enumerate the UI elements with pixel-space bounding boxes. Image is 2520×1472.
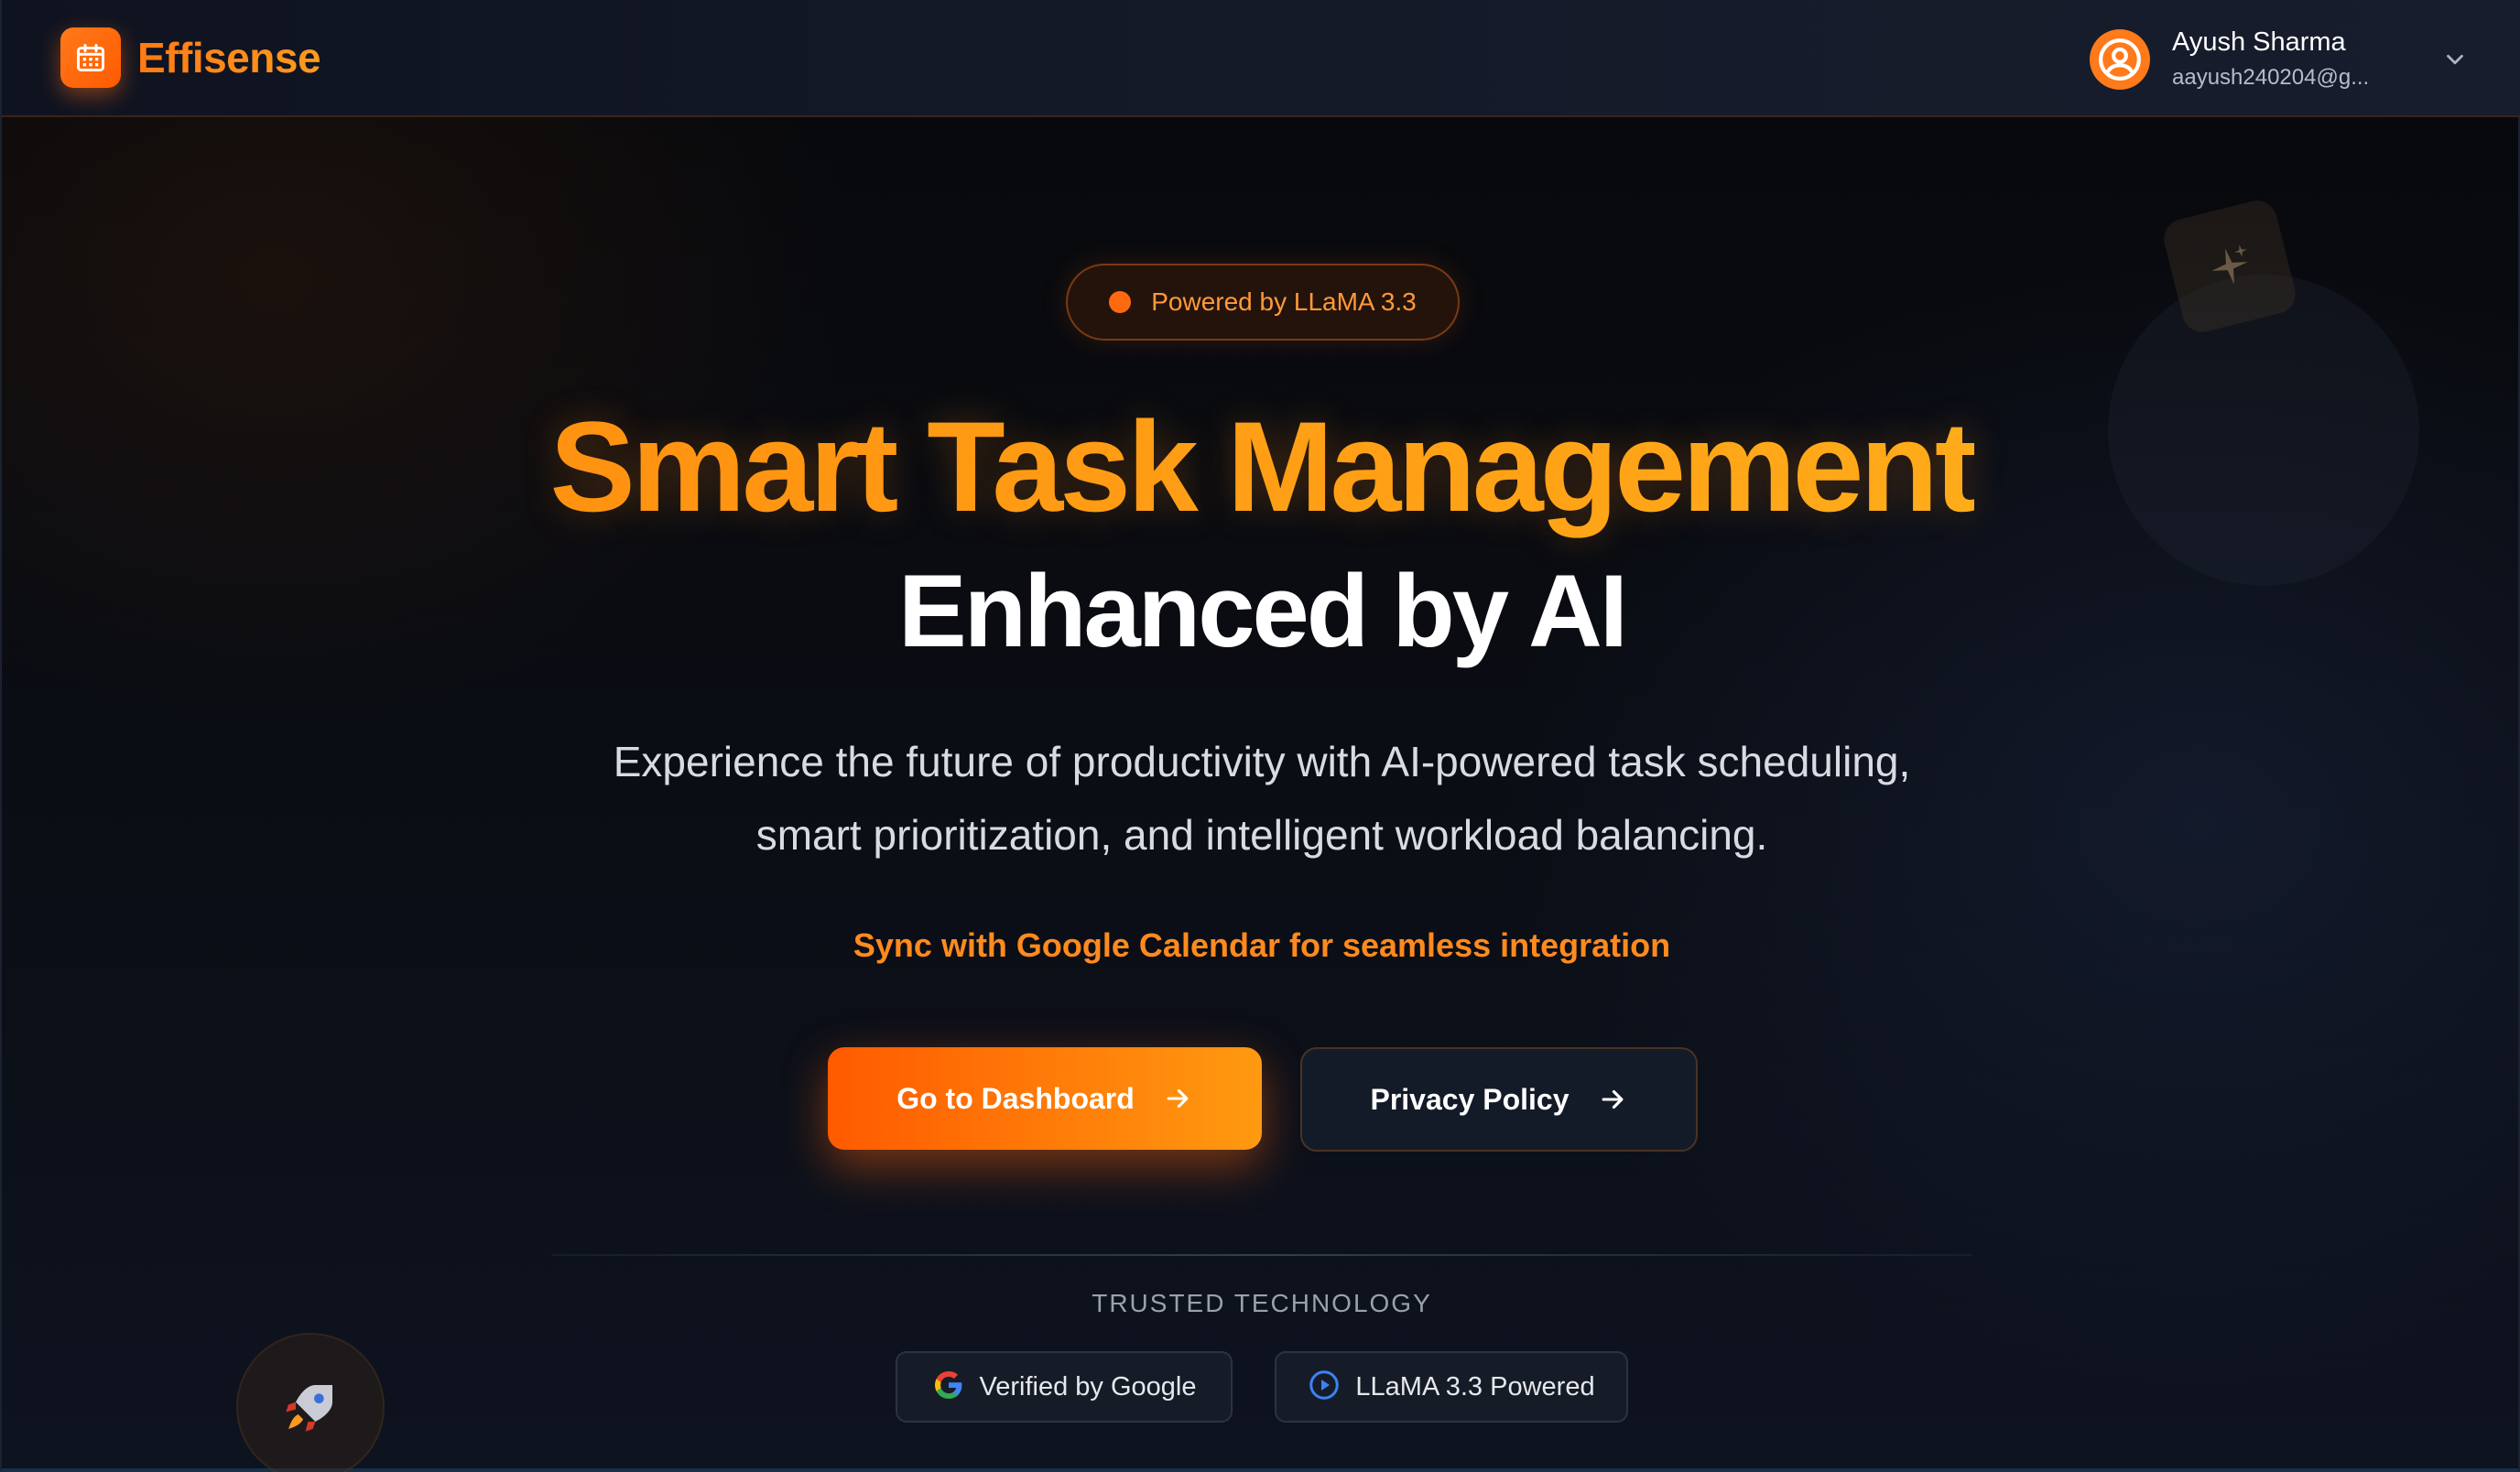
hero-subtitle-line2: smart prioritization, and intelligent wo… bbox=[755, 811, 1768, 859]
hero-title: Smart Task Management bbox=[2, 403, 2520, 531]
google-icon bbox=[932, 1369, 965, 1406]
privacy-policy-button[interactable]: Privacy Policy bbox=[1300, 1047, 1698, 1152]
chevron-down-icon[interactable] bbox=[2439, 44, 2471, 75]
verified-google-badge: Verified by Google bbox=[896, 1351, 1233, 1423]
brand-logo[interactable]: Effisense bbox=[60, 27, 321, 88]
page: Effisense Ayush Sharma aayush240204@g... bbox=[0, 0, 2520, 1472]
powered-by-badge: Powered by LLaMA 3.3 bbox=[1066, 264, 1460, 341]
arrow-right-icon bbox=[1162, 1083, 1193, 1114]
llama-powered-label: LLaMA 3.3 Powered bbox=[1355, 1371, 1595, 1402]
llama-powered-badge: LLaMA 3.3 Powered bbox=[1275, 1351, 1628, 1423]
user-info: Ayush Sharma aayush240204@g... bbox=[2172, 27, 2410, 91]
status-dot bbox=[1109, 291, 1132, 313]
brand-name: Effisense bbox=[137, 34, 321, 81]
trusted-heading: TRUSTED TECHNOLOGY bbox=[1092, 1289, 1432, 1317]
calendar-sync-text: Sync with Google Calendar for seamless i… bbox=[853, 926, 1671, 964]
play-circle-icon bbox=[1308, 1369, 1341, 1406]
hero-subtitle-line1: Experience the future of productivity wi… bbox=[613, 738, 1911, 785]
user-circle-icon bbox=[2090, 28, 2150, 90]
hero-subtitle: Experience the future of productivity wi… bbox=[551, 725, 1972, 871]
hero-title-line2: Enhanced by AI bbox=[897, 554, 1628, 668]
arrow-right-icon bbox=[1597, 1084, 1628, 1115]
rocket-icon bbox=[236, 1333, 385, 1472]
privacy-policy-label: Privacy Policy bbox=[1370, 1082, 1570, 1116]
verified-google-label: Verified by Google bbox=[979, 1371, 1197, 1402]
hero-title-line1: Smart Task Management bbox=[549, 395, 1977, 538]
section-divider bbox=[551, 1254, 1972, 1256]
user-email: aayush240204@g... bbox=[2172, 65, 2370, 90]
user-menu[interactable]: Ayush Sharma aayush240204@g... bbox=[2090, 27, 2471, 91]
go-to-dashboard-label: Go to Dashboard bbox=[896, 1081, 1135, 1115]
calendar-icon bbox=[60, 27, 121, 88]
go-to-dashboard-button[interactable]: Go to Dashboard bbox=[828, 1047, 1262, 1150]
powered-by-text: Powered by LLaMA 3.3 bbox=[1151, 287, 1417, 316]
user-name: Ayush Sharma bbox=[2172, 27, 2346, 57]
top-navbar: Effisense Ayush Sharma aayush240204@g... bbox=[2, 0, 2520, 117]
